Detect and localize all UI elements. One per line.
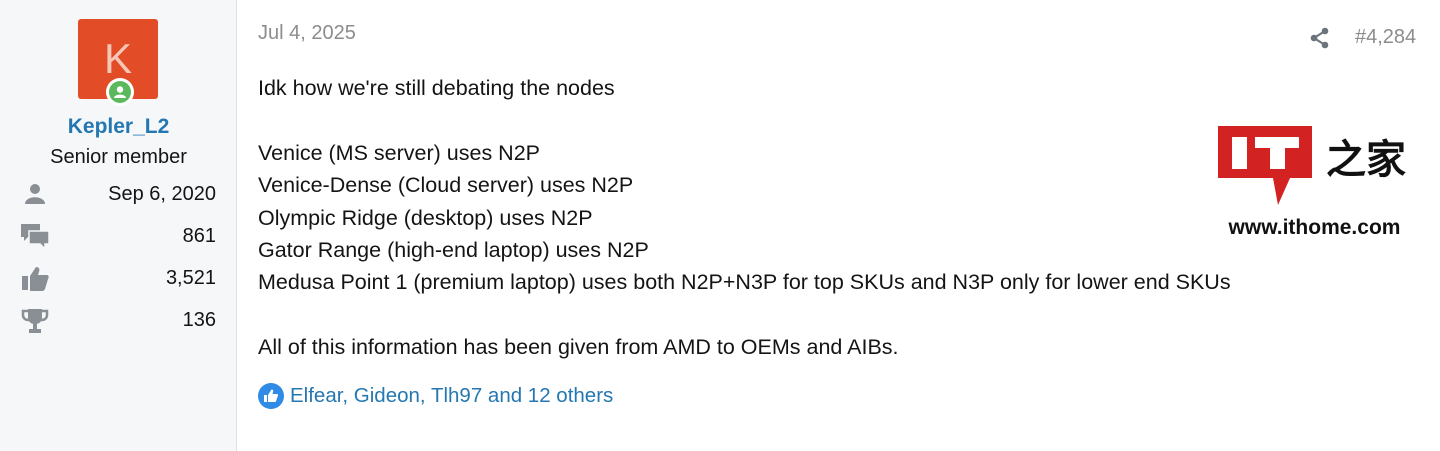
reactions-bar[interactable]: Elfear, Gideon, Tlh97 and 12 others: [258, 382, 613, 410]
person-icon: [20, 180, 50, 210]
like-reaction-icon: [258, 383, 284, 409]
messages-icon: [20, 222, 50, 252]
post-date-link[interactable]: Jul 4, 2025: [258, 22, 356, 45]
post-line: Venice (MS server) uses N2P: [258, 140, 540, 165]
stat-messages-value: 861: [182, 225, 216, 247]
forum-post: K Kepler_L2 Senior member Sep 6, 2020 86…: [0, 0, 1440, 451]
post-line: All of this information has been given f…: [258, 335, 899, 360]
post-body: Idk how we're still debating the nodes V…: [258, 72, 1231, 364]
ithome-url: www.ithome.com: [1228, 216, 1401, 239]
post-line-blank: [258, 299, 1231, 331]
trophy-icon: [20, 306, 50, 336]
post-line: Venice-Dense (Cloud server) uses N2P: [258, 173, 634, 198]
svg-text:之家: 之家: [1326, 137, 1406, 183]
stat-reactions: 3,521: [0, 264, 237, 294]
stat-reactions-value: 3,521: [165, 267, 216, 289]
stat-trophies: 136: [0, 306, 237, 336]
thumbs-up-icon: [20, 264, 50, 294]
reactions-list-link[interactable]: Elfear, Gideon, Tlh97 and 12 others: [290, 384, 613, 408]
post-number-link[interactable]: #4,284: [1355, 26, 1416, 49]
stat-joined: Sep 6, 2020: [0, 180, 237, 210]
post-line: Medusa Point 1 (premium laptop) uses bot…: [258, 270, 1231, 295]
post-main: Jul 4, 2025 #4,284 Idk how we're still d…: [237, 0, 1440, 451]
post-line: Olympic Ridge (desktop) uses N2P: [258, 205, 593, 230]
online-status-icon: [106, 78, 134, 106]
share-icon[interactable]: [1309, 27, 1331, 49]
user-title: Senior member: [50, 146, 187, 168]
stat-messages: 861: [0, 222, 237, 252]
ithome-watermark: 之家 www.ithome.com: [1218, 126, 1411, 241]
stat-joined-value: Sep 6, 2020: [108, 183, 216, 205]
username-link[interactable]: Kepler_L2: [0, 115, 237, 139]
stat-trophies-value: 136: [182, 309, 216, 331]
post-line: Idk how we're still debating the nodes: [258, 76, 615, 100]
post-line: Gator Range (high-end laptop) uses N2P: [258, 238, 649, 263]
post-line-blank: [258, 104, 1231, 136]
user-sidebar: K Kepler_L2 Senior member Sep 6, 2020 86…: [0, 0, 237, 451]
ithome-logo: 之家: [1218, 126, 1406, 205]
